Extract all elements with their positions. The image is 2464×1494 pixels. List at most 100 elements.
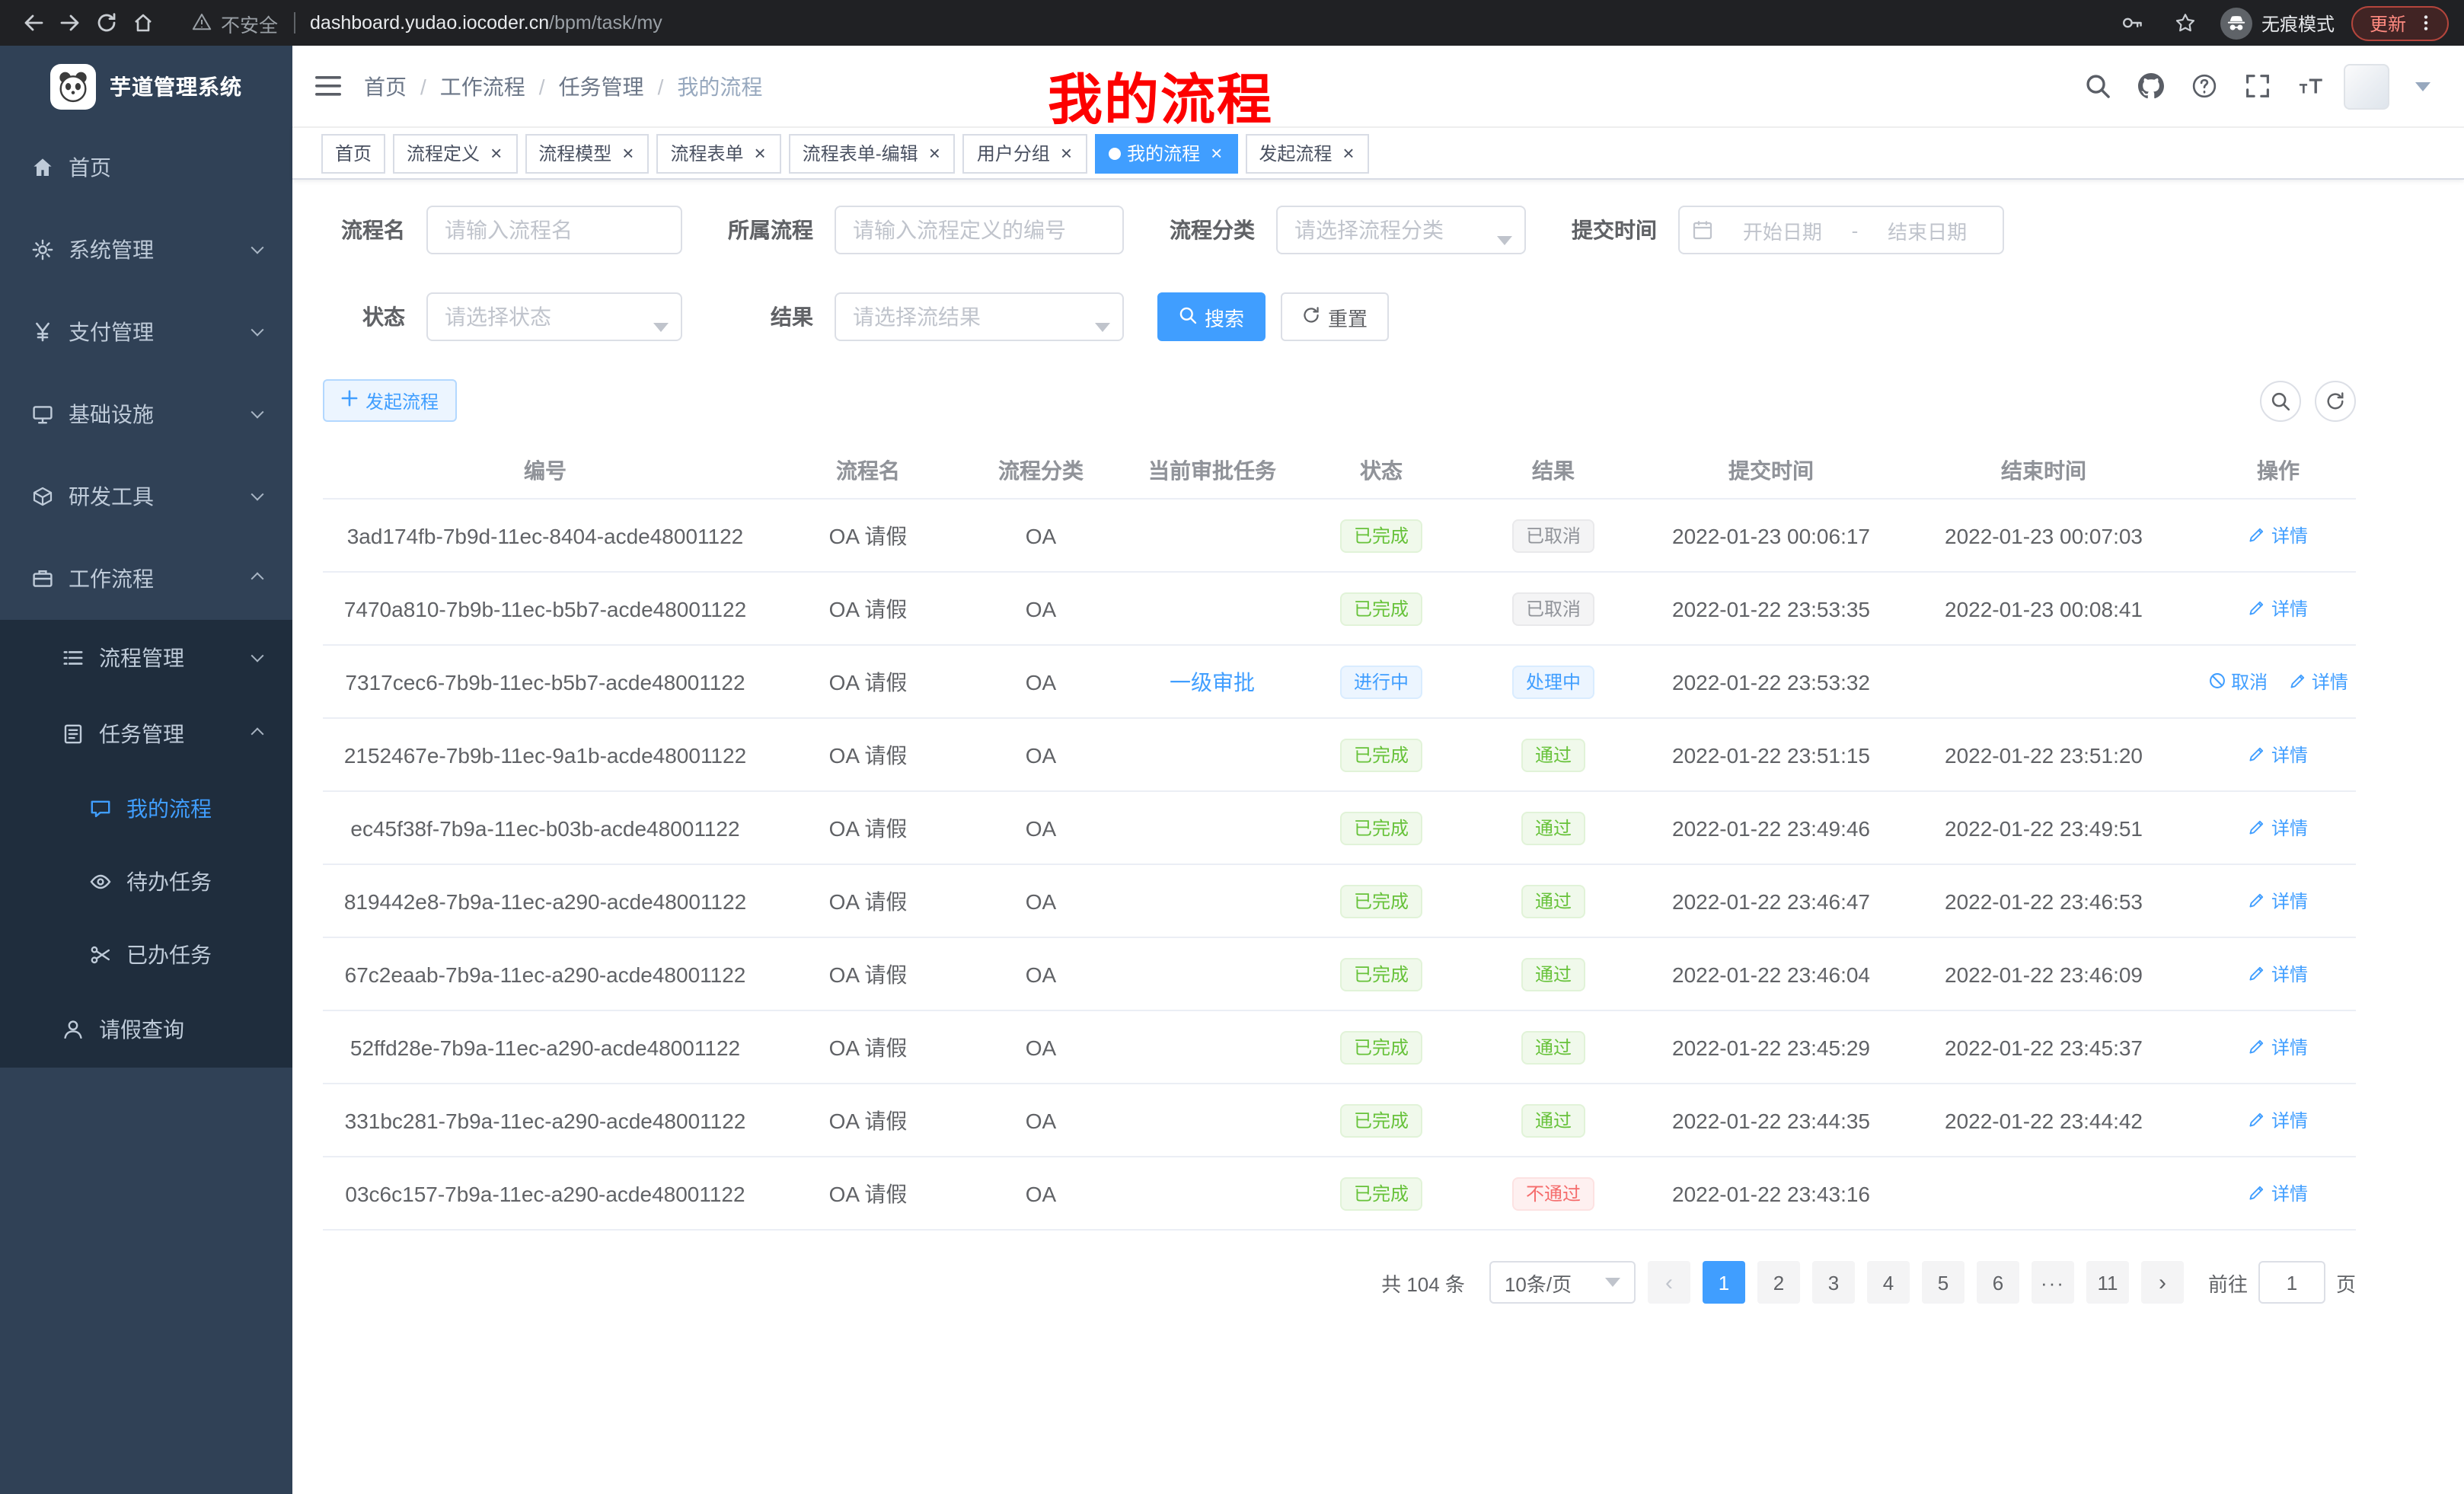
row-submit-time: 2022-01-22 23:45:29 xyxy=(1655,1035,1887,1059)
result-tag: 通过 xyxy=(1521,738,1585,771)
row-submit-time: 2022-01-23 00:06:17 xyxy=(1655,523,1887,547)
breadcrumb-item[interactable]: 首页 xyxy=(364,71,407,101)
breadcrumb-item[interactable]: 任务管理 xyxy=(559,71,644,101)
address-bar[interactable]: 不安全 dashboard.yudao.iocoder.cn/bpm/task/… xyxy=(192,8,662,37)
font-size-icon[interactable] xyxy=(2290,66,2330,106)
sidebar-item-bpm[interactable]: 工作流程 xyxy=(0,538,292,620)
password-key-icon[interactable] xyxy=(2114,5,2150,41)
tab-流程模型[interactable]: 流程模型 × xyxy=(525,133,649,173)
detail-button[interactable]: 详情 xyxy=(2249,1107,2308,1133)
avatar[interactable] xyxy=(2344,63,2389,109)
github-icon[interactable] xyxy=(2130,66,2170,106)
tab-我的流程[interactable]: 我的流程 × xyxy=(1095,133,1237,173)
sidebar-item-process-manage[interactable]: 流程管理 xyxy=(0,620,292,696)
browser-home-icon[interactable] xyxy=(125,5,161,41)
tab-发起流程[interactable]: 发起流程 × xyxy=(1245,133,1369,173)
bookmark-star-icon[interactable] xyxy=(2167,5,2204,41)
hide-search-button[interactable] xyxy=(2260,380,2301,421)
pager-more[interactable]: ··· xyxy=(2032,1261,2074,1304)
process-def-input[interactable] xyxy=(835,206,1124,254)
sidebar-item-task-manage[interactable]: 任务管理 xyxy=(0,696,292,772)
browser-menu-icon[interactable] xyxy=(2415,11,2437,35)
pager-next-button[interactable]: › xyxy=(2141,1261,2184,1304)
breadcrumb-item[interactable]: 工作流程 xyxy=(440,71,525,101)
row-submit-time: 2022-01-22 23:46:04 xyxy=(1655,962,1887,986)
tab-close-icon[interactable]: × xyxy=(753,143,768,163)
pager-page-4[interactable]: 4 xyxy=(1867,1261,1910,1304)
process-name-input[interactable] xyxy=(426,206,682,254)
current-task-link[interactable]: 一级审批 xyxy=(1170,669,1255,694)
tab-close-icon[interactable]: × xyxy=(1209,143,1224,163)
update-button[interactable]: 更新 xyxy=(2351,5,2449,40)
pager-page-3[interactable]: 3 xyxy=(1812,1261,1855,1304)
pager-page-5[interactable]: 5 xyxy=(1922,1261,1964,1304)
start-date-placeholder[interactable]: 开始日期 xyxy=(1719,215,1846,244)
tab-流程表单-编辑[interactable]: 流程表单-编辑 × xyxy=(789,133,956,173)
browser-forward-icon[interactable] xyxy=(52,5,88,41)
fullscreen-icon[interactable] xyxy=(2237,66,2277,106)
reset-button[interactable]: 重置 xyxy=(1281,292,1389,341)
tab-close-icon[interactable]: × xyxy=(621,143,635,163)
row-id: 7470a810-7b9b-11ec-b5b7-acde48001122 xyxy=(323,596,768,621)
detail-button[interactable]: 详情 xyxy=(2249,1034,2308,1060)
end-date-placeholder[interactable]: 结束日期 xyxy=(1864,215,1990,244)
submit-time-range-picker[interactable]: 开始日期 - 结束日期 xyxy=(1678,206,2004,254)
cancel-button[interactable]: 取消 xyxy=(2208,669,2268,694)
pager-page-6[interactable]: 6 xyxy=(1977,1261,2019,1304)
result-tag: 不通过 xyxy=(1512,1176,1594,1210)
detail-button[interactable]: 详情 xyxy=(2249,742,2308,768)
browser-back-icon[interactable] xyxy=(15,5,52,41)
tab-close-icon[interactable]: × xyxy=(1059,143,1074,163)
detail-button[interactable]: 详情 xyxy=(2249,961,2308,987)
search-button[interactable]: 搜索 xyxy=(1157,292,1266,341)
pager-page-2[interactable]: 2 xyxy=(1757,1261,1800,1304)
tab-流程表单[interactable]: 流程表单 × xyxy=(656,133,780,173)
sidebar-item-my-process[interactable]: 我的流程 xyxy=(0,772,292,845)
status-tag: 已完成 xyxy=(1340,1030,1422,1064)
sidebar-item-tool[interactable]: 研发工具 xyxy=(0,455,292,538)
tab-流程定义[interactable]: 流程定义 × xyxy=(393,133,517,173)
detail-button[interactable]: 详情 xyxy=(2249,815,2308,841)
create-process-button[interactable]: 发起流程 xyxy=(323,379,457,422)
row-name: OA 请假 xyxy=(768,886,969,916)
tab-close-icon[interactable]: × xyxy=(1341,143,1355,163)
sidebar-item-home[interactable]: 首页 xyxy=(0,126,292,209)
pager-prev-button[interactable]: ‹ xyxy=(1648,1261,1690,1304)
tab-用户分组[interactable]: 用户分组 × xyxy=(963,133,1087,173)
sidebar-item-done-task[interactable]: 已办任务 xyxy=(0,918,292,991)
search-icon[interactable] xyxy=(2077,66,2117,106)
caret-down-icon[interactable] xyxy=(2403,66,2443,106)
refresh-table-button[interactable] xyxy=(2315,380,2356,421)
detail-button[interactable]: 详情 xyxy=(2249,888,2308,914)
tab-首页[interactable]: 首页 xyxy=(321,133,385,173)
table-row: 3ad174fb-7b9d-11ec-8404-acde48001122 OA … xyxy=(323,500,2356,573)
sidebar-item-system[interactable]: 系统管理 xyxy=(0,209,292,291)
status-select[interactable] xyxy=(426,292,682,341)
sidebar-item-leave-query[interactable]: 请假查询 xyxy=(0,991,292,1068)
app-logo-row[interactable]: 芋道管理系统 xyxy=(0,46,292,126)
table-toolbar: 发起流程 xyxy=(323,379,2356,422)
detail-button[interactable]: 详情 xyxy=(2289,669,2348,694)
detail-button[interactable]: 详情 xyxy=(2249,595,2308,621)
pager-page-1[interactable]: 1 xyxy=(1703,1261,1745,1304)
process-table: 编号流程名流程分类当前审批任务状态结果提交时间结束时间操作 3ad174fb-7… xyxy=(323,442,2356,1231)
page-size-select[interactable]: 10条/页 xyxy=(1489,1261,1636,1304)
help-icon[interactable] xyxy=(2184,66,2223,106)
result-select[interactable] xyxy=(835,292,1124,341)
sidebar-item-todo-task[interactable]: 待办任务 xyxy=(0,845,292,918)
sidebar: 芋道管理系统 首页 系统管理 支付管理 基础设施 研发工具 工作流程 流程管理 xyxy=(0,46,292,1494)
browser-reload-icon[interactable] xyxy=(88,5,125,41)
row-submit-time: 2022-01-22 23:44:35 xyxy=(1655,1108,1887,1132)
result-label: 结果 xyxy=(716,302,835,332)
sidebar-item-pay[interactable]: 支付管理 xyxy=(0,291,292,373)
pager-page-11[interactable]: 11 xyxy=(2086,1261,2129,1304)
goto-page-input[interactable] xyxy=(2258,1261,2325,1304)
tab-close-icon[interactable]: × xyxy=(927,143,942,163)
category-select[interactable] xyxy=(1276,206,1526,254)
sidebar-item-infra[interactable]: 基础设施 xyxy=(0,373,292,455)
tab-close-icon[interactable]: × xyxy=(489,143,503,163)
sidebar-item-label: 流程管理 xyxy=(99,643,253,673)
detail-button[interactable]: 详情 xyxy=(2249,522,2308,548)
hamburger-icon[interactable] xyxy=(292,46,364,126)
detail-button[interactable]: 详情 xyxy=(2249,1180,2308,1206)
